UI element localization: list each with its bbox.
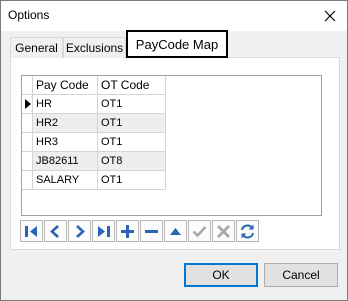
insert-record-button[interactable] [116, 220, 139, 242]
tab-paycode-map[interactable]: PayCode Map [126, 30, 228, 58]
table-row[interactable]: HR3 OT1 [22, 133, 167, 152]
ok-button[interactable]: OK [184, 263, 258, 287]
row-indicator [22, 114, 33, 133]
pay-code-cell[interactable]: HR3 [33, 133, 98, 152]
tab-general-label: General [15, 41, 58, 55]
column-header-pay-code[interactable]: Pay Code [33, 76, 98, 95]
prior-record-button[interactable] [44, 220, 67, 242]
table-row[interactable]: JB82611 OT8 [22, 152, 167, 171]
tab-paycode-map-label: PayCode Map [135, 36, 219, 52]
edit-record-button[interactable] [164, 220, 187, 242]
tab-exclusions-label: Exclusions [65, 41, 124, 55]
table-row[interactable]: HR2 OT1 [22, 114, 167, 133]
indicator-header [22, 76, 33, 95]
next-record-icon [76, 224, 85, 238]
post-edit-button[interactable] [188, 220, 211, 242]
row-indicator [22, 95, 33, 114]
delete-record-icon [145, 229, 158, 233]
first-record-icon [25, 225, 37, 237]
close-icon [324, 10, 336, 22]
table-row[interactable]: SALARY OT1 [22, 171, 167, 190]
options-dialog: Options General Exclusions PayCode Map P… [0, 0, 348, 301]
last-record-icon [98, 225, 110, 237]
cancel-edit-icon [217, 224, 230, 238]
column-header-ot-code[interactable]: OT Code [98, 76, 166, 95]
ot-code-cell[interactable]: OT1 [98, 95, 166, 114]
pay-code-cell[interactable]: JB82611 [33, 152, 98, 171]
insert-record-icon [121, 224, 134, 238]
ot-code-cell[interactable]: OT1 [98, 171, 166, 190]
close-button[interactable] [313, 1, 347, 31]
grid-header: Pay Code OT Code [22, 76, 167, 95]
row-indicator [22, 133, 33, 152]
ot-code-cell[interactable]: OT1 [98, 114, 166, 133]
delete-record-button[interactable] [140, 220, 163, 242]
post-edit-icon [192, 225, 207, 237]
tab-strip: General Exclusions PayCode Map [10, 30, 340, 58]
window-title: Options [8, 8, 50, 22]
prior-record-icon [50, 224, 59, 238]
pay-code-cell[interactable]: SALARY [33, 171, 98, 190]
cancel-button[interactable]: Cancel [264, 263, 338, 287]
pay-code-cell[interactable]: HR2 [33, 114, 98, 133]
tab-general[interactable]: General [10, 37, 63, 58]
title-bar: Options [1, 1, 347, 31]
refresh-data-icon [241, 224, 254, 238]
paycode-grid[interactable]: Pay Code OT Code HR OT1 HR2 OT1 HR3 OT1 … [21, 75, 322, 216]
pay-code-cell[interactable]: HR [33, 95, 98, 114]
ot-code-cell[interactable]: OT8 [98, 152, 166, 171]
tab-exclusions[interactable]: Exclusions [63, 37, 126, 58]
edit-record-icon [170, 227, 181, 235]
row-indicator [22, 171, 33, 190]
record-navigator [20, 220, 260, 244]
first-record-button[interactable] [20, 220, 43, 242]
next-record-button[interactable] [68, 220, 91, 242]
refresh-data-button[interactable] [236, 220, 259, 242]
ot-code-cell[interactable]: OT1 [98, 133, 166, 152]
last-record-button[interactable] [92, 220, 115, 242]
row-indicator [22, 152, 33, 171]
cancel-edit-button[interactable] [212, 220, 235, 242]
current-row-arrow-icon [25, 99, 31, 109]
table-row[interactable]: HR OT1 [22, 95, 167, 114]
